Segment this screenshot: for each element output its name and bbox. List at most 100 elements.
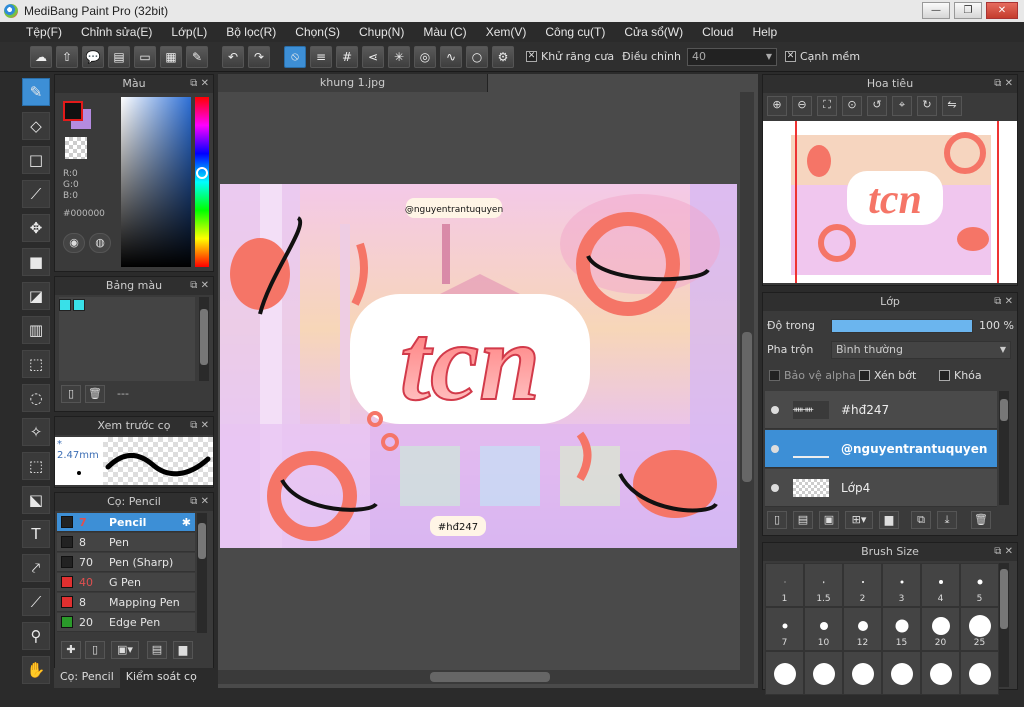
undo-icon[interactable]: ↶ xyxy=(222,45,244,68)
blend-mode-select[interactable]: Bình thường ▼ xyxy=(831,341,1011,359)
brush-size-cell[interactable]: 1 xyxy=(765,563,804,607)
canvas-vertical-scrollbar-thumb[interactable] xyxy=(742,332,752,482)
correction-select[interactable]: 40 ▼ xyxy=(686,47,777,66)
new-8bit-layer-icon[interactable]: ▣ xyxy=(819,511,839,529)
comment-icon[interactable]: 💬 xyxy=(82,45,104,68)
palette-add-icon[interactable]: ◍ xyxy=(89,233,111,253)
brush-item[interactable]: 8 Pen xyxy=(57,533,195,552)
brush-size-cell[interactable] xyxy=(921,651,960,695)
lock-checkbox[interactable] xyxy=(939,370,950,381)
lock-toggle[interactable]: Khóa xyxy=(939,369,982,382)
brush-size-cell[interactable]: 2 xyxy=(843,563,882,607)
circle-snap-icon[interactable]: ◎ xyxy=(414,45,436,68)
cloud-icon[interactable]: ☁ xyxy=(30,45,52,68)
menu-snap[interactable]: Chụp(N) xyxy=(359,25,404,39)
fill-rect-tool-icon[interactable]: ■ xyxy=(22,248,50,276)
layer-row[interactable]: @nguyentrantuquyen xyxy=(765,430,997,468)
eraser-tool-icon[interactable]: ◇ xyxy=(22,112,50,140)
rotate-left-icon[interactable]: ↺ xyxy=(867,96,887,116)
protect-alpha-checkbox[interactable] xyxy=(769,370,780,381)
divide-tool-icon[interactable]: ⟋ xyxy=(22,588,50,616)
merge-down-icon[interactable]: ⤓ xyxy=(937,511,957,529)
foreground-color-swatch[interactable] xyxy=(63,101,83,121)
antialias-toggle[interactable]: ✕ Khử răng cưa xyxy=(526,50,614,63)
brush-size-cell[interactable] xyxy=(960,651,999,695)
menu-tools[interactable]: Công cụ(T) xyxy=(545,25,605,39)
brush-list-scrollbar[interactable] xyxy=(197,513,207,633)
brush-size-cell[interactable]: 25 xyxy=(960,607,999,651)
visibility-icon[interactable] xyxy=(771,483,779,492)
brush-item[interactable]: 8 Mapping Pen xyxy=(57,593,195,612)
lasso-tool-icon[interactable]: ◌ xyxy=(22,384,50,412)
grid-page-icon[interactable]: ▦ xyxy=(160,45,182,68)
brush-size-cell[interactable]: 5 xyxy=(960,563,999,607)
menu-cloud[interactable]: Cloud xyxy=(702,25,733,39)
brush-size-cell[interactable]: 20 xyxy=(921,607,960,651)
panel-float-close-icon[interactable]: ⧉ ✕ xyxy=(190,417,209,435)
add-layer-menu-icon[interactable]: ⊞▾ xyxy=(845,511,873,529)
hue-slider[interactable] xyxy=(195,97,209,267)
hue-slider-knob[interactable] xyxy=(196,167,208,179)
operation-tool-icon[interactable]: ⤤ xyxy=(22,554,50,582)
clipping-toggle[interactable]: Xén bớt xyxy=(859,369,916,382)
new-palette-icon[interactable]: ▯ xyxy=(61,385,81,403)
menu-layer[interactable]: Lớp(L) xyxy=(171,25,207,39)
palette-scrollbar-thumb[interactable] xyxy=(200,309,208,365)
layer-folder-icon[interactable]: ▆ xyxy=(879,511,899,529)
close-button[interactable]: ✕ xyxy=(986,2,1018,19)
visibility-icon[interactable] xyxy=(771,444,779,453)
gear-icon[interactable]: ✱ xyxy=(182,516,191,529)
soft-edge-toggle[interactable]: ✕ Cạnh mềm xyxy=(784,50,860,63)
canvas-horizontal-scrollbar-thumb[interactable] xyxy=(430,672,550,682)
panel-float-close-icon[interactable]: ⧉ ✕ xyxy=(994,75,1013,93)
brush-item[interactable]: 20 Edge Pen xyxy=(57,613,195,632)
minimize-button[interactable]: — xyxy=(922,2,950,19)
panel-float-close-icon[interactable]: ⧉ ✕ xyxy=(190,493,209,511)
panel-float-close-icon[interactable]: ⧉ ✕ xyxy=(190,277,209,295)
cross-snap-icon[interactable]: # xyxy=(336,45,358,68)
brush-size-cell[interactable]: 15 xyxy=(882,607,921,651)
saturation-value-picker[interactable] xyxy=(121,97,191,267)
panel-float-close-icon[interactable]: ⧉ ✕ xyxy=(994,543,1013,561)
chat-icon[interactable]: ▤ xyxy=(108,45,130,68)
brush-size-cell[interactable]: 4 xyxy=(921,563,960,607)
brush-tool-icon[interactable]: ✎ xyxy=(22,78,50,106)
brush-size-cell[interactable] xyxy=(765,651,804,695)
zoom-in-icon[interactable]: ⊕ xyxy=(767,96,787,116)
page-icon[interactable]: ▭ xyxy=(134,45,156,68)
menu-filter[interactable]: Bộ lọc(R) xyxy=(226,25,276,39)
bucket-tool-icon[interactable]: ◪ xyxy=(22,282,50,310)
menu-window[interactable]: Cửa sổ(W) xyxy=(624,25,683,39)
tab-brush[interactable]: Cọ: Pencil xyxy=(54,668,120,688)
curve-snap-icon[interactable]: ∿ xyxy=(440,45,462,68)
brush-item[interactable]: 70 Pen (Sharp) xyxy=(57,553,195,572)
menu-view[interactable]: Xem(V) xyxy=(486,25,527,39)
soft-edge-checkbox[interactable]: ✕ xyxy=(784,51,796,62)
transparent-color-swatch[interactable] xyxy=(65,137,87,159)
antialias-checkbox[interactable]: ✕ xyxy=(526,51,537,62)
brush-size-cell[interactable] xyxy=(843,651,882,695)
layer-row[interactable]: ᚔᚓ #hđ247 xyxy=(765,391,997,429)
menu-color[interactable]: Màu (C) xyxy=(423,25,466,39)
maximize-button[interactable]: ❐ xyxy=(954,2,982,19)
brush-list-scrollbar-thumb[interactable] xyxy=(198,523,206,559)
brush-size-cell[interactable] xyxy=(882,651,921,695)
zoom-out-icon[interactable]: ⊖ xyxy=(792,96,812,116)
select-eraser-tool-icon[interactable]: ⬕ xyxy=(22,486,50,514)
canvas-horizontal-scrollbar[interactable] xyxy=(218,670,754,684)
brush-size-cell[interactable]: 12 xyxy=(843,607,882,651)
layer-list-scrollbar-thumb[interactable] xyxy=(1000,399,1008,421)
brush-size-cell[interactable]: 3 xyxy=(882,563,921,607)
panel-float-close-icon[interactable]: ⧉ ✕ xyxy=(190,75,209,93)
new-halftone-layer-icon[interactable]: ▤ xyxy=(793,511,813,529)
redo-icon[interactable]: ↷ xyxy=(248,45,270,68)
snap-off-icon[interactable]: ⦸ xyxy=(284,45,306,68)
artwork[interactable]: tcn @nguyentrantuquyen #hđ247 xyxy=(220,184,737,548)
panel-float-close-icon[interactable]: ⧉ ✕ xyxy=(994,293,1013,311)
layer-row[interactable]: Lớp4 xyxy=(765,469,997,507)
edit-page-icon[interactable]: ✎ xyxy=(186,45,208,68)
zoom-actual-icon[interactable]: ⊙ xyxy=(842,96,862,116)
brush-item[interactable]: 7 Pencil ✱ xyxy=(57,513,195,532)
layer-list-scrollbar[interactable] xyxy=(999,391,1009,505)
delete-palette-icon[interactable]: 🗑 xyxy=(85,385,105,403)
